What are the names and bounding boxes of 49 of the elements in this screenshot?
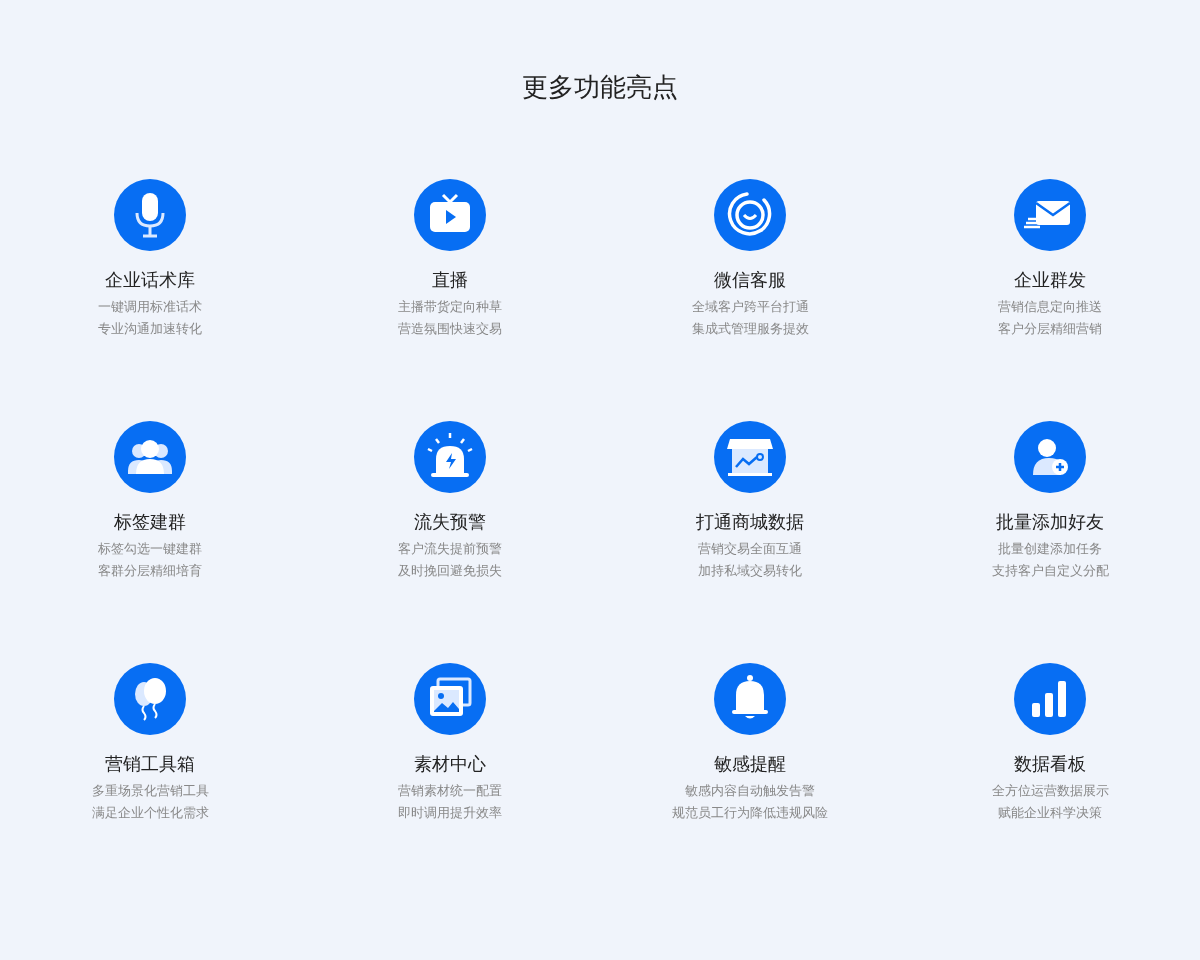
feature-description: 支持客户自定义分配 xyxy=(991,562,1109,580)
feature-title: 企业群发 xyxy=(1014,268,1086,292)
feature-description: 满足企业个性化需求 xyxy=(91,804,209,822)
feature-title: 打通商城数据 xyxy=(696,510,804,534)
feature-description: 全方位运营数据展示 xyxy=(991,782,1109,800)
feature-description: 一键调用标准话术 xyxy=(98,298,202,316)
feature-description: 赋能企业科学决策 xyxy=(998,804,1102,822)
feature-description: 营销素材统一配置 xyxy=(398,782,502,800)
feature-description: 营造氛围快速交易 xyxy=(398,320,502,338)
user-add-icon xyxy=(1014,421,1086,493)
alarm-light-icon xyxy=(414,421,486,493)
bell-icon xyxy=(714,663,786,735)
feature-description: 加持私域交易转化 xyxy=(698,562,802,580)
feature-description: 及时挽回避免损失 xyxy=(398,562,502,580)
feature-description: 集成式管理服务提效 xyxy=(691,320,809,338)
feature-description: 主播带货定向种草 xyxy=(398,298,502,316)
feature-title: 素材中心 xyxy=(414,752,486,776)
feature-title: 批量添加好友 xyxy=(996,510,1104,534)
feature-description: 客户流失提前预警 xyxy=(398,540,502,558)
people-icon xyxy=(114,421,186,493)
feature-title: 标签建群 xyxy=(114,510,186,534)
feature-title: 直播 xyxy=(432,268,468,292)
section-title: 更多功能亮点 xyxy=(522,71,678,104)
picture-icon xyxy=(414,663,486,735)
envelope-icon xyxy=(1014,179,1086,251)
feature-description: 营销信息定向推送 xyxy=(998,298,1102,316)
feature-title: 营销工具箱 xyxy=(105,752,195,776)
feature-title: 数据看板 xyxy=(1014,752,1086,776)
feature-description: 全域客户跨平台打通 xyxy=(691,298,809,316)
smiley-icon xyxy=(714,179,786,251)
microphone-icon xyxy=(114,179,186,251)
feature-description: 敏感内容自动触发告警 xyxy=(685,782,815,800)
feature-description: 即时调用提升效率 xyxy=(398,804,502,822)
storefront-icon xyxy=(714,421,786,493)
feature-title: 微信客服 xyxy=(714,268,786,292)
balloons-icon xyxy=(114,663,186,735)
feature-description: 客户分层精细营销 xyxy=(998,320,1102,338)
feature-description: 客群分层精细培育 xyxy=(98,562,202,580)
feature-title: 流失预警 xyxy=(414,510,486,534)
feature-title: 敏感提醒 xyxy=(714,752,786,776)
feature-description: 批量创建添加任务 xyxy=(998,540,1102,558)
feature-description: 专业沟通加速转化 xyxy=(98,320,202,338)
feature-description: 标签勾选一键建群 xyxy=(98,540,202,558)
feature-description: 多重场景化营销工具 xyxy=(91,782,209,800)
feature-title: 企业话术库 xyxy=(105,268,195,292)
feature-description: 营销交易全面互通 xyxy=(698,540,802,558)
bar-chart-icon xyxy=(1014,663,1086,735)
feature-description: 规范员工行为降低违规风险 xyxy=(672,804,828,822)
tv-icon xyxy=(414,179,486,251)
